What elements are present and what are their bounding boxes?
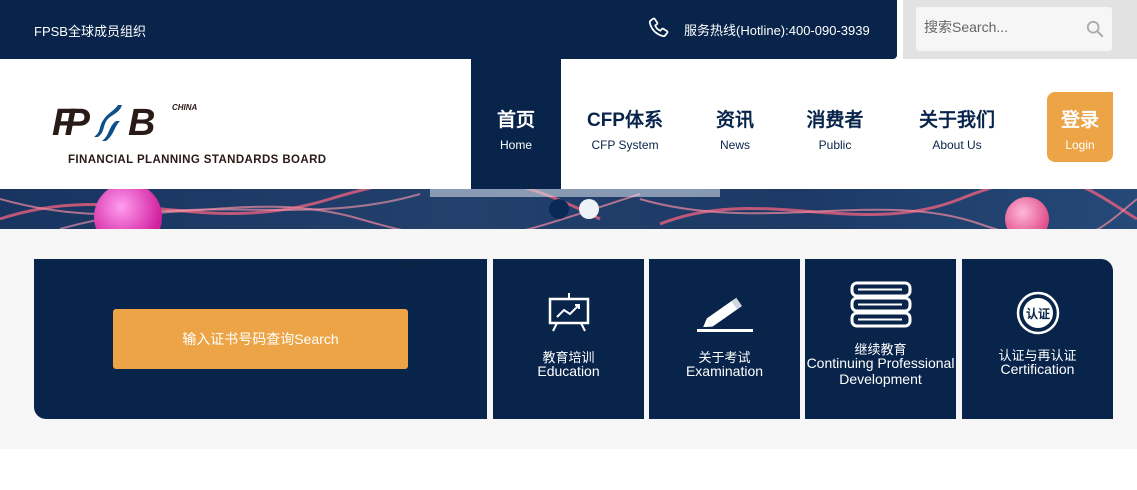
phone-icon	[648, 17, 669, 37]
tile-continuing-education[interactable]: 继续教育 Continuing Professional Development	[805, 259, 956, 419]
login-en: Login	[1065, 138, 1095, 152]
nav-public[interactable]: 消费者 Public	[795, 59, 875, 189]
tile-certification[interactable]: 认证 认证与再认证 Certification	[962, 259, 1113, 419]
search-input[interactable]	[924, 19, 1084, 35]
search-area	[903, 0, 1137, 59]
login-button[interactable]: 登录 Login	[1047, 92, 1113, 162]
tile-examination[interactable]: 关于考试 Examination	[649, 259, 800, 419]
nav-home-en: Home	[499, 138, 532, 152]
nav-news-en: News	[719, 138, 750, 152]
certification-seal-icon: 认证	[1016, 291, 1059, 335]
header: FP B CHINA FINANCIAL PLANNING STANDARDS …	[0, 59, 1137, 189]
svg-text:FP: FP	[52, 102, 91, 144]
nav-cfp-system-en: CFP System	[591, 138, 659, 152]
top-bar: FPSB全球成员组织 服务热线(Hotline):400-090-3939	[0, 0, 897, 59]
nav-public-en: Public	[818, 138, 852, 152]
presentation-chart-icon	[548, 293, 589, 332]
books-icon	[850, 281, 911, 328]
nav-home[interactable]: 首页 Home	[471, 59, 561, 189]
logo-board-name: FINANCIAL PLANNING STANDARDS BOARD	[68, 154, 327, 166]
nav-news[interactable]: 资讯 News	[700, 59, 770, 189]
fpsb-logo[interactable]: FP B CHINA FINANCIAL PLANNING STANDARDS …	[52, 101, 326, 173]
tile-examination-en: Examination	[685, 363, 764, 379]
logo-country: CHINA	[172, 103, 198, 112]
hotline-text: 服务热线(Hotline):400-090-3939	[684, 22, 870, 38]
hotline: 服务热线(Hotline):400-090-3939	[646, 16, 870, 42]
page: FPSB全球成员组织 服务热线(Hotline):400-090-3939 FP…	[0, 0, 1137, 490]
global-member-link[interactable]: FPSB全球成员组织	[34, 21, 146, 40]
tile-education-en: Education	[537, 363, 600, 379]
certificate-query-panel: 输入证书号码查询Search	[34, 259, 487, 419]
search-icon[interactable]	[1086, 20, 1104, 38]
nav-news-zh: 资讯	[715, 110, 754, 131]
stray-markup-text: -->	[407, 259, 420, 270]
nav-about-us-en: About Us	[932, 138, 982, 152]
carousel-dot-1[interactable]	[549, 199, 569, 219]
nav-public-zh: 消费者	[806, 110, 864, 131]
svg-text:B: B	[128, 102, 155, 144]
tile-continuing-education-en: Continuing Professional Development	[806, 355, 955, 387]
tile-education[interactable]: 教育培训 Education	[493, 259, 644, 419]
carousel-dot-2[interactable]	[579, 199, 599, 219]
tile-certification-en: Certification	[1000, 361, 1075, 377]
nav-about-us-zh: 关于我们	[918, 110, 995, 131]
login-zh: 登录	[1060, 110, 1099, 131]
nav-cfp-system-zh: CFP体系	[586, 110, 663, 131]
quick-access-section: 输入证书号码查询Search --> 教育培训 Education 关于考试 E…	[0, 229, 1137, 449]
nav-about-us[interactable]: 关于我们 About Us	[905, 59, 1009, 189]
certificate-query-button[interactable]: 输入证书号码查询Search	[113, 309, 408, 369]
nav-cfp-system[interactable]: CFP体系 CFP System	[575, 59, 675, 189]
search-field	[916, 7, 1112, 51]
svg-text:认证: 认证	[1025, 306, 1049, 321]
pen-icon	[696, 297, 753, 332]
nav-home-zh: 首页	[496, 110, 535, 131]
